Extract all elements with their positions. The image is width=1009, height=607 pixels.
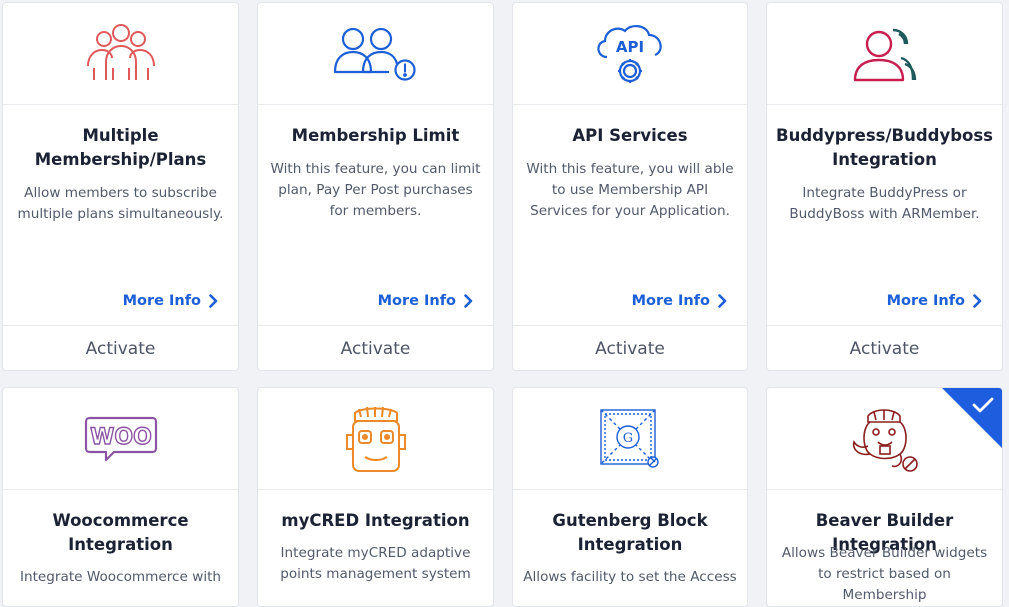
addon-description: Allows facility to set the Access	[523, 569, 737, 585]
group-of-people-icon	[86, 23, 155, 80]
addon-icon-area: API	[513, 3, 747, 105]
addon-title: Buddypress/Buddyboss Integration	[776, 126, 993, 169]
addon-title: Woocommerce Integration	[52, 511, 189, 554]
addon-description: Integrate Woocommerce with	[19, 569, 222, 585]
more-info-label: More Info	[122, 293, 201, 309]
addon-icon-area	[258, 3, 493, 105]
addon-card-api-services: API API Services With this feature, you …	[512, 2, 748, 371]
addon-title: Multiple Membership/Plans	[34, 126, 207, 169]
addon-title: API Services	[572, 126, 688, 145]
addon-card-multiple-membership: Multiple Membership/Plans Allow members …	[2, 2, 239, 371]
addon-card-buddypress: Buddypress/Buddyboss Integration Integra…	[766, 2, 1003, 371]
buddypress-users-icon	[853, 28, 916, 81]
addon-icon-area: G	[513, 388, 747, 490]
svg-text:API: API	[616, 38, 644, 56]
gutenberg-logo-icon: G	[600, 408, 659, 468]
api-cloud-gear-icon: API	[597, 24, 662, 83]
addon-title: myCRED Integration	[281, 511, 470, 530]
more-info-link[interactable]: More Info	[887, 293, 982, 309]
more-info-link[interactable]: More Info	[632, 293, 727, 309]
more-info-label: More Info	[886, 293, 965, 309]
more-info-label: More Info	[377, 293, 456, 309]
addon-icon-area	[767, 3, 1002, 105]
addon-card-beaver-builder: Beaver Builder Integration Allows Beaver…	[766, 387, 1003, 607]
checkmark-icon	[972, 397, 994, 413]
addon-description: With this feature, you can limit plan, P…	[270, 161, 481, 219]
activate-button[interactable]: Activate	[513, 325, 747, 370]
more-info-link[interactable]: More Info	[123, 293, 218, 309]
addons-grid: Multiple Membership/Plans Allow members …	[0, 0, 1009, 607]
chevron-right-icon	[209, 294, 218, 308]
addon-card-woocommerce: WOO Woocommerce Integration Integrate Wo…	[2, 387, 239, 607]
chevron-right-icon	[464, 294, 473, 308]
addon-card-membership-limit: Membership Limit With this feature, you …	[257, 2, 494, 371]
addon-title: Gutenberg Block Integration	[552, 511, 708, 554]
woo-logo-text: WOO	[90, 425, 152, 450]
beaver-mascot-icon	[852, 408, 918, 472]
addon-icon-area: WOO	[3, 388, 238, 490]
chevron-right-icon	[718, 294, 727, 308]
addon-title: Membership Limit	[291, 126, 460, 145]
woocommerce-logo-icon: WOO	[84, 416, 157, 461]
more-info-link[interactable]: More Info	[378, 293, 473, 309]
more-info-label: More Info	[631, 293, 710, 309]
activate-button[interactable]: Activate	[258, 325, 493, 370]
gutenberg-logo-text: G	[623, 431, 633, 446]
addon-description: Allows Beaver Builder widgets to restric…	[781, 545, 988, 603]
activate-button[interactable]: Activate	[3, 325, 238, 370]
addon-icon-area	[258, 388, 493, 490]
mycred-mascot-icon	[345, 406, 406, 472]
addon-card-mycred: myCRED Integration Integrate myCRED adap…	[257, 387, 494, 607]
activate-button[interactable]: Activate	[767, 325, 1002, 370]
addon-icon-area	[3, 3, 238, 105]
addon-card-gutenberg: G Gutenberg Block Integration Allows fac…	[512, 387, 748, 607]
addon-description: With this feature, you will able to use …	[526, 161, 734, 219]
users-with-alert-icon	[333, 27, 416, 81]
addon-description: Integrate BuddyPress or BuddyBoss with A…	[789, 185, 980, 222]
addon-description: Integrate myCRED adaptive points managem…	[280, 545, 471, 582]
addon-description: Allow members to subscribe multiple plan…	[17, 185, 224, 222]
chevron-right-icon	[973, 294, 982, 308]
